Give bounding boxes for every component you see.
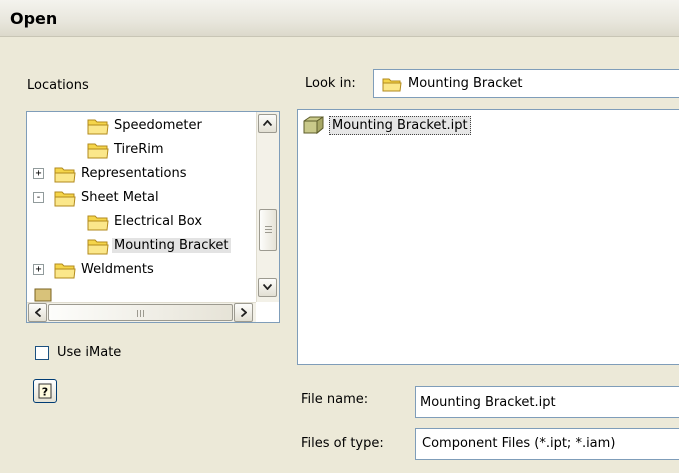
chevron-right-icon	[240, 307, 247, 318]
tree-horizontal-scrollbar[interactable]	[27, 302, 256, 322]
chevron-up-icon	[262, 119, 273, 127]
expand-icon[interactable]: +	[33, 264, 44, 275]
folder-icon	[54, 167, 76, 183]
collapse-icon[interactable]: -	[33, 192, 44, 203]
folder-icon	[54, 263, 76, 279]
file-name-input[interactable]	[415, 386, 679, 418]
look-in-dropdown[interactable]: Mounting Bracket	[373, 69, 679, 98]
locations-tree[interactable]: Speedometer TireRim + Representations - Sheet…	[26, 111, 280, 323]
tree-item[interactable]: + Representations	[27, 163, 255, 185]
tree-item[interactable]: Mounting Bracket	[27, 235, 255, 257]
folder-icon	[87, 215, 109, 231]
svg-text:?: ?	[42, 386, 48, 399]
scroll-right-button[interactable]	[234, 303, 253, 322]
tree-item-label: Electrical Box	[114, 214, 203, 229]
tree-item[interactable]: - Sheet Metal	[27, 187, 255, 209]
folder-icon	[87, 239, 109, 255]
tree-vertical-scrollbar[interactable]	[256, 112, 279, 302]
tree-item-label: Speedometer	[114, 118, 202, 133]
tree-item-label: Representations	[81, 166, 187, 181]
scroll-up-button[interactable]	[258, 114, 277, 133]
locations-label: Locations	[27, 78, 89, 93]
tree-item-label: Sheet Metal	[81, 190, 159, 205]
help-icon: ?	[38, 383, 52, 399]
tree-item-label: Mounting Bracket	[112, 238, 231, 253]
use-imate-label: Use iMate	[57, 345, 122, 360]
dialog-title: Open	[10, 9, 58, 28]
expand-icon[interactable]: +	[33, 168, 44, 179]
part-file-icon	[303, 116, 324, 135]
look-in-value: Mounting Bracket	[408, 76, 523, 91]
file-name-label-text: File name:	[301, 392, 369, 407]
folder-icon	[54, 191, 76, 207]
use-imate-checkbox[interactable]	[35, 346, 49, 360]
file-list[interactable]: Mounting Bracket.ipt	[297, 109, 679, 365]
help-button[interactable]: ?	[33, 379, 57, 403]
scroll-left-button[interactable]	[28, 303, 47, 322]
folder-icon	[382, 78, 402, 92]
tree-item[interactable]: + Weldments	[27, 259, 255, 281]
file-type-value: Component Files (*.ipt; *.iam)	[422, 436, 616, 451]
scroll-down-button[interactable]	[258, 278, 277, 297]
chevron-left-icon	[34, 307, 41, 318]
tree-rows: Speedometer TireRim + Representations - Sheet…	[27, 112, 255, 302]
tree-item-label: Weldments	[81, 262, 154, 277]
file-type-label: Files of type:	[301, 436, 384, 451]
file-name-label: Mounting Bracket.ipt	[329, 116, 471, 135]
h-scroll-thumb[interactable]	[48, 304, 233, 321]
tree-item[interactable]: Electrical Box	[27, 211, 255, 233]
tree-item[interactable]: TireRim	[27, 139, 255, 161]
file-type-dropdown[interactable]: Component Files (*.ipt; *.iam)	[415, 428, 679, 460]
folder-icon	[87, 119, 109, 135]
folder-icon	[87, 143, 109, 159]
look-in-label: Look in:	[305, 76, 356, 91]
library-icon	[34, 288, 52, 302]
tree-item-label: TireRim	[114, 142, 164, 157]
chevron-down-icon	[262, 283, 273, 291]
tree-item[interactable]: Speedometer	[27, 115, 255, 137]
title-bar: Open	[0, 0, 679, 37]
scroll-thumb[interactable]	[259, 209, 277, 251]
